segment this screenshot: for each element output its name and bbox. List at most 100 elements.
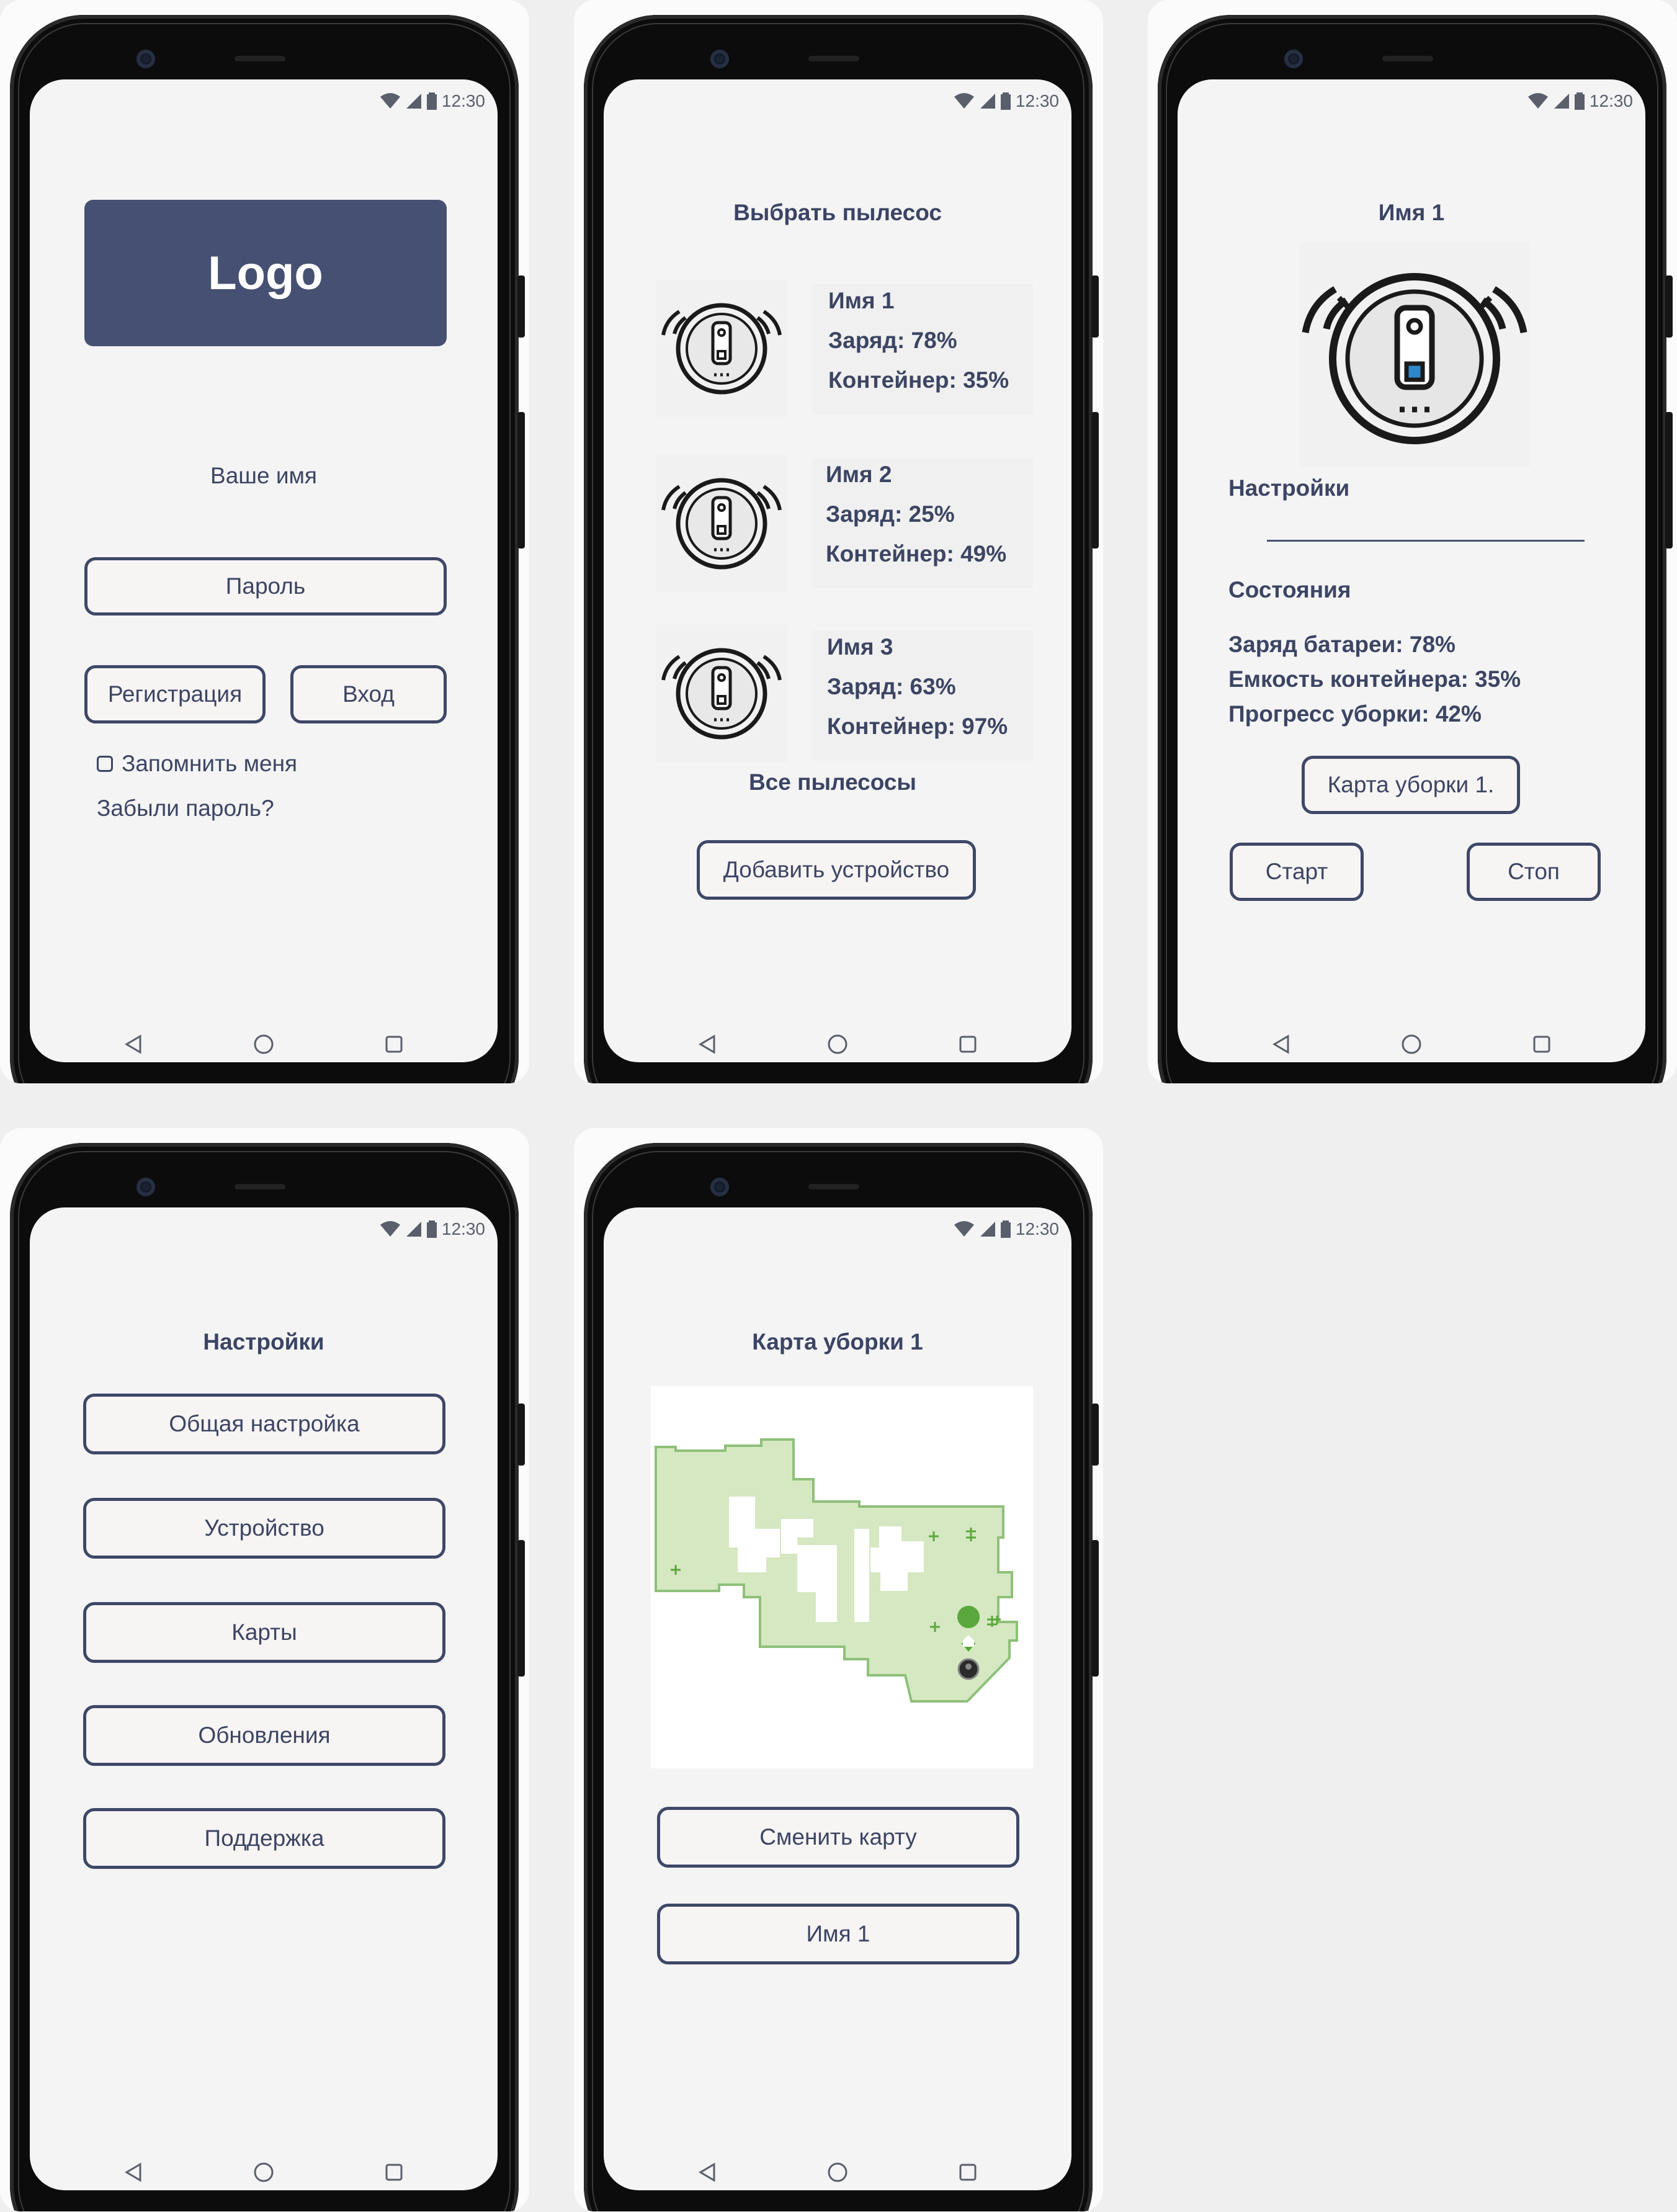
settings-screen-card: 12:30 Настройки Общая настройка Устройст… bbox=[0, 1128, 529, 2211]
phone-side-button bbox=[517, 1404, 525, 1466]
vacuum-charge: Заряд: 78% bbox=[828, 328, 957, 353]
device-name-button[interactable]: Имя 1 bbox=[657, 1904, 1019, 1964]
maps-settings-button[interactable]: Карты bbox=[83, 1602, 445, 1663]
logo-text: Logo bbox=[208, 246, 323, 300]
phone-frame: 12:30 Карта уборки 1 Сменить карту Имя 1 bbox=[584, 1143, 1099, 2211]
select-screen-card: 12:30 Выбрать пылесос Имя 1 Заряд: 78% К… bbox=[574, 0, 1103, 1083]
nav-bar bbox=[30, 1034, 498, 1062]
cleaning-progress: Прогресс уборки: 42% bbox=[1228, 701, 1482, 727]
battery-icon bbox=[1000, 1220, 1011, 1238]
status-bar: 12:30 bbox=[954, 1219, 1059, 1238]
vacuum-name: Имя 1 bbox=[828, 288, 895, 313]
vacuum-container: Контейнер: 97% bbox=[827, 714, 1008, 739]
back-icon[interactable] bbox=[123, 1034, 144, 1055]
nav-bar bbox=[604, 1034, 1071, 1062]
phone-frame: 12:30 Настройки Общая настройка Устройст… bbox=[10, 1143, 525, 2211]
home-circle-icon[interactable] bbox=[827, 1034, 848, 1055]
map-screen: 12:30 Карта уборки 1 Сменить карту Имя 1 bbox=[604, 1207, 1071, 2190]
page-title: Карта уборки 1 bbox=[752, 1329, 923, 1355]
back-icon[interactable] bbox=[697, 1034, 718, 1055]
recents-icon[interactable] bbox=[1531, 1034, 1552, 1055]
login-button[interactable]: Вход bbox=[290, 665, 447, 723]
change-map-button[interactable]: Сменить карту bbox=[657, 1807, 1019, 1868]
battery-icon bbox=[1574, 92, 1585, 110]
camera-icon bbox=[136, 1178, 155, 1196]
back-icon[interactable] bbox=[123, 2162, 144, 2183]
nav-bar bbox=[1178, 1034, 1645, 1062]
wifi-icon bbox=[954, 93, 974, 109]
phone-frame: 12:30 Logo Ваше имя Пароль Регистрация В… bbox=[10, 15, 525, 1083]
name-label: Ваше имя bbox=[210, 463, 317, 488]
map-obstacle bbox=[854, 1529, 869, 1622]
wifi-icon bbox=[1527, 93, 1548, 109]
remember-label: Запомнить меня bbox=[122, 751, 298, 776]
back-icon[interactable] bbox=[1271, 1034, 1292, 1055]
home-circle-icon[interactable] bbox=[827, 2162, 848, 2183]
signal-icon bbox=[980, 94, 995, 109]
signal-icon bbox=[1554, 94, 1569, 109]
status-time: 12:30 bbox=[1589, 91, 1633, 110]
device-screen-card: 12:30 Имя 1 Настройки Состояния Заряд ба… bbox=[1148, 0, 1677, 1083]
home-circle-icon[interactable] bbox=[253, 1034, 274, 1055]
status-bar: 12:30 bbox=[380, 91, 485, 110]
cleaning-map[interactable] bbox=[651, 1386, 1033, 1768]
wifi-icon bbox=[380, 93, 400, 109]
status-bar: 12:30 bbox=[380, 1219, 485, 1238]
phone-side-button bbox=[1665, 275, 1673, 338]
cleaning-map-button[interactable]: Карта уборки 1. bbox=[1302, 756, 1520, 814]
recents-icon[interactable] bbox=[957, 2162, 978, 2183]
recents-icon[interactable] bbox=[957, 1034, 978, 1055]
battery-icon bbox=[426, 1220, 437, 1238]
divider bbox=[1267, 540, 1585, 542]
robot-vacuum-icon bbox=[656, 454, 787, 592]
phone-frame: 12:30 Имя 1 Настройки Состояния Заряд ба… bbox=[1158, 15, 1673, 1083]
camera-icon bbox=[710, 50, 729, 68]
forgot-password-link[interactable]: Забыли пароль? bbox=[97, 795, 274, 822]
page-title: Настройки bbox=[203, 1329, 324, 1355]
vacuum-name: Имя 2 bbox=[826, 462, 892, 487]
register-button[interactable]: Регистрация bbox=[84, 665, 266, 723]
phone-side-button bbox=[1091, 275, 1099, 338]
vacuum-container: Контейнер: 49% bbox=[826, 541, 1007, 566]
home-circle-icon[interactable] bbox=[1401, 1034, 1422, 1055]
status-time: 12:30 bbox=[441, 1219, 485, 1238]
home-icon bbox=[957, 1606, 980, 1628]
nav-bar bbox=[604, 2162, 1071, 2190]
back-icon[interactable] bbox=[697, 2162, 718, 2183]
recents-icon[interactable] bbox=[383, 2162, 405, 2183]
status-bar: 12:30 bbox=[954, 91, 1059, 110]
status-time: 12:30 bbox=[1015, 1219, 1059, 1238]
speaker-grille bbox=[235, 56, 285, 61]
device-settings-button[interactable]: Устройство bbox=[83, 1498, 445, 1559]
remember-me-row[interactable]: Запомнить меня bbox=[97, 751, 297, 777]
updates-button[interactable]: Обновления bbox=[83, 1705, 445, 1766]
select-screen: 12:30 Выбрать пылесос Имя 1 Заряд: 78% К… bbox=[604, 79, 1071, 1062]
phone-side-button bbox=[1091, 1540, 1099, 1677]
battery-icon bbox=[1000, 92, 1011, 110]
all-vacuums-label[interactable]: Все пылесосы bbox=[604, 769, 1067, 795]
settings-link[interactable]: Настройки bbox=[1228, 475, 1349, 501]
home-circle-icon[interactable] bbox=[253, 2162, 274, 2183]
support-button[interactable]: Поддержка bbox=[83, 1808, 445, 1869]
stop-button[interactable]: Стоп bbox=[1467, 843, 1601, 901]
page-title: Имя 1 bbox=[1378, 200, 1445, 225]
password-button[interactable]: Пароль bbox=[84, 557, 447, 616]
status-bar: 12:30 bbox=[1527, 91, 1633, 110]
phone-side-button bbox=[1665, 412, 1673, 549]
phone-side-button bbox=[517, 1540, 525, 1677]
remember-checkbox[interactable] bbox=[97, 756, 113, 772]
general-settings-button[interactable]: Общая настройка bbox=[83, 1394, 445, 1454]
wifi-icon bbox=[380, 1221, 400, 1237]
camera-icon bbox=[710, 1178, 729, 1196]
recents-icon[interactable] bbox=[383, 1034, 405, 1055]
speaker-grille bbox=[808, 1184, 859, 1189]
signal-icon bbox=[406, 94, 421, 109]
speaker-grille bbox=[235, 1184, 285, 1189]
add-device-button[interactable]: Добавить устройство bbox=[697, 840, 976, 900]
robot-vacuum-icon bbox=[656, 624, 787, 762]
logo: Logo bbox=[84, 200, 447, 346]
phone-side-button bbox=[517, 412, 525, 549]
phone-side-button bbox=[1091, 412, 1099, 549]
battery-icon bbox=[426, 92, 437, 110]
start-button[interactable]: Старт bbox=[1230, 843, 1364, 901]
